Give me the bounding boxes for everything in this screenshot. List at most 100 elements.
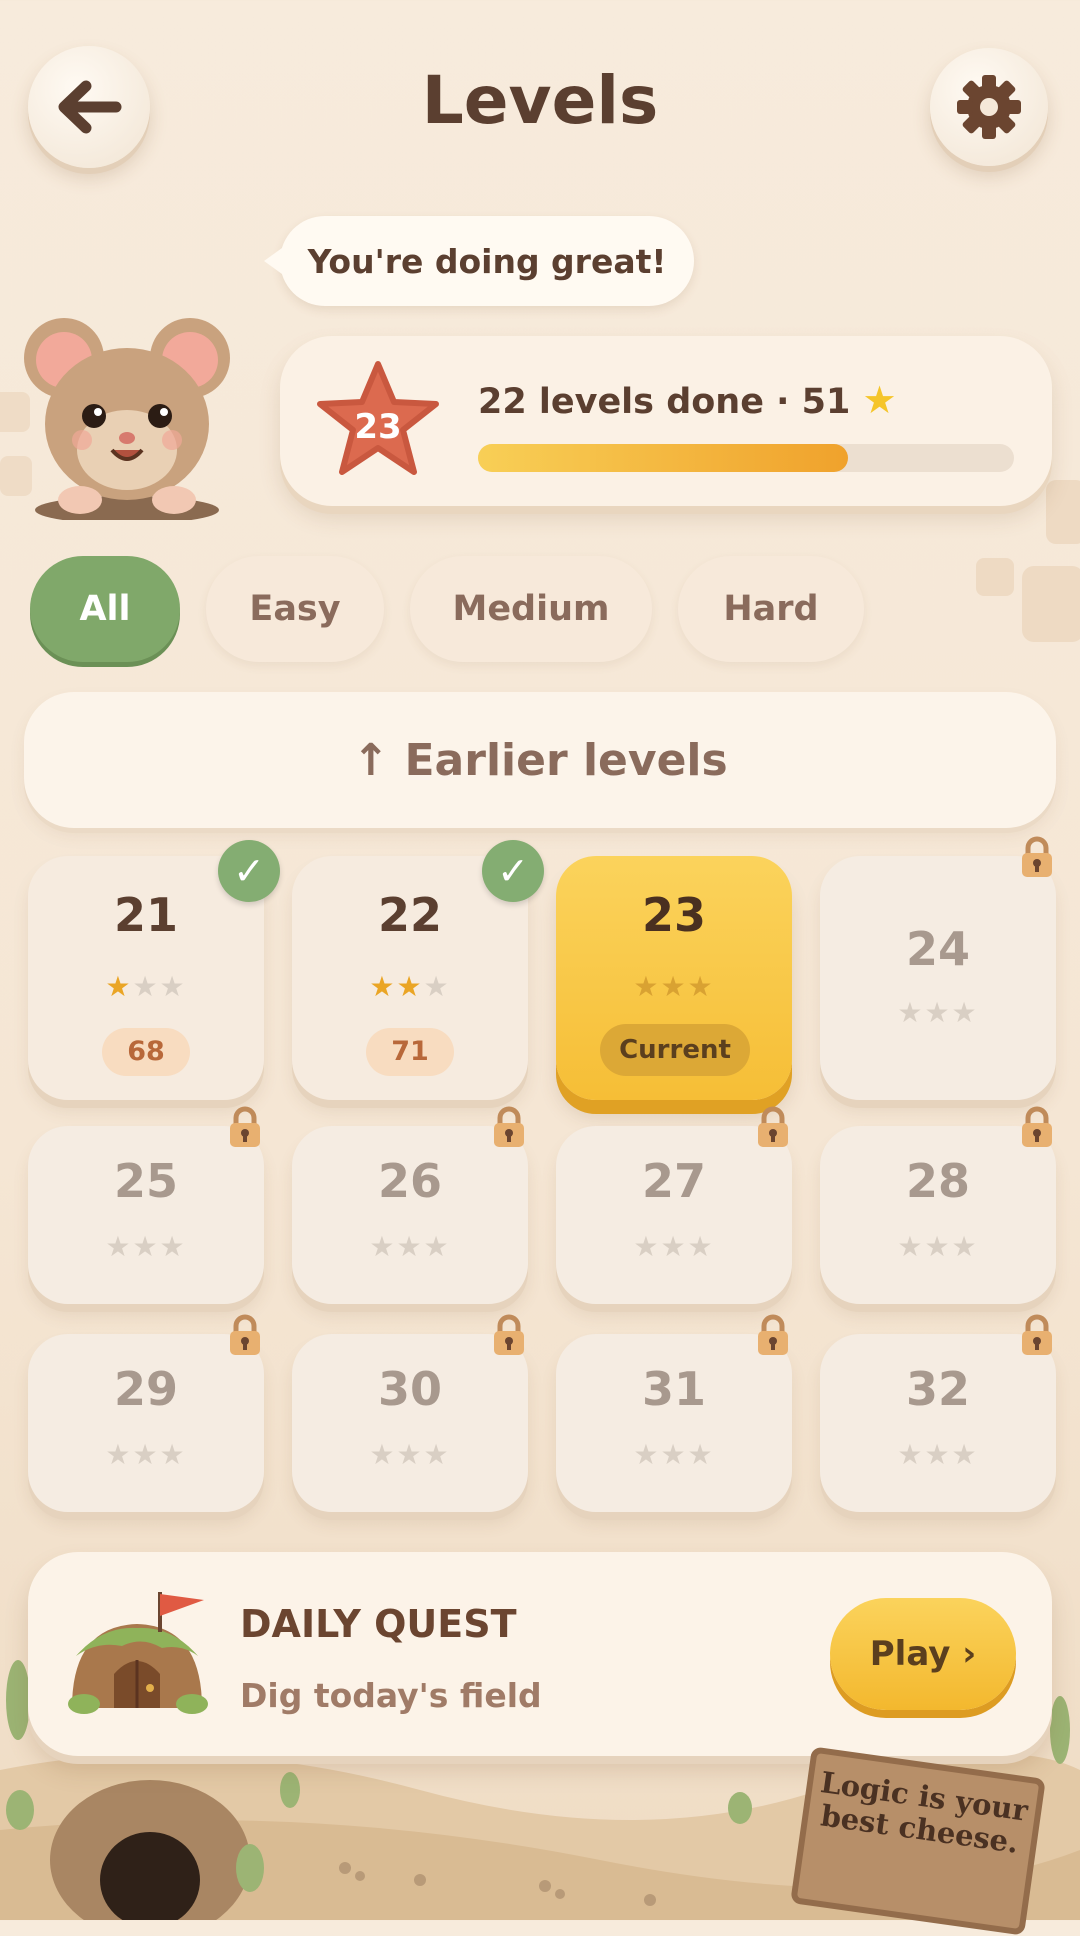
level-number: 31 — [641, 1362, 706, 1416]
star-empty-icon: ★ — [396, 1438, 424, 1471]
lock-icon — [1022, 836, 1052, 877]
star-empty-icon: ★ — [660, 1230, 688, 1263]
level-stars: ★★★ — [820, 1438, 1056, 1471]
star-empty-icon: ★ — [924, 1438, 952, 1471]
star-empty-icon: ★ — [369, 1230, 397, 1263]
level-tile-23[interactable]: 23 ★★★ Current — [556, 856, 792, 1100]
lock-icon — [1022, 1106, 1052, 1147]
filter-hard[interactable]: Hard — [678, 556, 864, 662]
level-stars: ★★★ — [292, 1438, 528, 1471]
star-empty-icon: ★ — [924, 1230, 952, 1263]
star-empty-icon: ★ — [396, 1230, 424, 1263]
gear-icon — [957, 75, 1021, 139]
level-stars: ★★★ — [292, 1230, 528, 1263]
completed-check-icon: ✓ — [482, 840, 544, 902]
level-stars: ★★★ — [28, 970, 264, 1003]
level-stars: ★★★ — [28, 1230, 264, 1263]
star-filled-icon: ★ — [105, 970, 133, 1003]
level-tile-27[interactable]: 27 ★★★ — [556, 1126, 792, 1304]
level-number: 27 — [641, 1154, 706, 1208]
star-empty-icon: ★ — [132, 970, 160, 1003]
progress-summary: 22 levels done · 51 ★ — [478, 378, 897, 422]
star-empty-icon: ★ — [951, 996, 979, 1029]
star-empty-icon: ★ — [687, 1438, 715, 1471]
star-empty-icon: ★ — [687, 1230, 715, 1263]
lock-icon — [230, 1314, 260, 1355]
level-number: 22 — [377, 888, 442, 942]
level-stars: ★★★ — [28, 1438, 264, 1471]
star-empty-icon: ★ — [159, 1438, 187, 1471]
star-empty-icon: ★ — [159, 970, 187, 1003]
progress-text: 22 levels done · 51 — [478, 382, 851, 422]
play-button[interactable]: Play › — [830, 1598, 1016, 1710]
level-tile-28[interactable]: 28 ★★★ — [820, 1126, 1056, 1304]
level-number: 21 — [113, 888, 178, 942]
level-stars: ★★★ — [556, 1230, 792, 1263]
progress-bar-fill — [478, 444, 848, 472]
star-empty-icon: ★ — [423, 970, 451, 1003]
star-empty-icon: ★ — [633, 1230, 661, 1263]
level-score: 68 — [102, 1028, 190, 1076]
star-icon: ★ — [862, 378, 897, 422]
star-empty-icon: ★ — [423, 1230, 451, 1263]
level-stars: ★★★ — [556, 970, 792, 1003]
filter-all[interactable]: All — [30, 556, 180, 662]
wooden-sign: Logic is your best cheese. — [790, 1746, 1046, 1936]
star-empty-icon: ★ — [660, 970, 688, 1003]
star-empty-icon: ★ — [633, 970, 661, 1003]
level-number: 26 — [377, 1154, 442, 1208]
star-empty-icon: ★ — [897, 1438, 925, 1471]
page-title: Levels — [421, 62, 659, 139]
level-tile-25[interactable]: 25 ★★★ — [28, 1126, 264, 1304]
lock-icon — [758, 1106, 788, 1147]
completed-check-icon: ✓ — [218, 840, 280, 902]
star-empty-icon: ★ — [159, 1230, 187, 1263]
star-empty-icon: ★ — [951, 1230, 979, 1263]
earlier-levels-button[interactable]: ↑ Earlier levels — [24, 692, 1056, 828]
lock-icon — [494, 1106, 524, 1147]
level-tile-31[interactable]: 31 ★★★ — [556, 1334, 792, 1512]
star-empty-icon: ★ — [105, 1230, 133, 1263]
level-stars: ★★★ — [820, 1230, 1056, 1263]
lock-icon — [230, 1106, 260, 1147]
star-filled-icon: ★ — [396, 970, 424, 1003]
lock-icon — [758, 1314, 788, 1355]
lock-icon — [1022, 1314, 1052, 1355]
quest-subtitle: Dig today's field — [240, 1676, 542, 1715]
star-empty-icon: ★ — [924, 996, 952, 1029]
star-empty-icon: ★ — [423, 1438, 451, 1471]
level-tile-29[interactable]: 29 ★★★ — [28, 1334, 264, 1512]
level-number: 23 — [641, 888, 706, 942]
quest-title: DAILY QUEST — [240, 1602, 517, 1646]
level-number: 30 — [377, 1362, 442, 1416]
star-empty-icon: ★ — [687, 970, 715, 1003]
star-empty-icon: ★ — [897, 1230, 925, 1263]
level-tile-24[interactable]: 24 ★★★ — [820, 856, 1056, 1100]
level-number: 25 — [113, 1154, 178, 1208]
level-tile-26[interactable]: 26 ★★★ — [292, 1126, 528, 1304]
settings-button[interactable] — [930, 48, 1048, 166]
level-number: 24 — [905, 922, 970, 976]
lock-icon — [494, 1314, 524, 1355]
star-empty-icon: ★ — [132, 1230, 160, 1263]
star-empty-icon: ★ — [660, 1438, 688, 1471]
star-empty-icon: ★ — [132, 1438, 160, 1471]
star-empty-icon: ★ — [951, 1438, 979, 1471]
filter-medium[interactable]: Medium — [410, 556, 652, 662]
star-empty-icon: ★ — [105, 1438, 133, 1471]
level-tile-30[interactable]: 30 ★★★ — [292, 1334, 528, 1512]
star-empty-icon: ★ — [369, 1438, 397, 1471]
level-tile-32[interactable]: 32 ★★★ — [820, 1334, 1056, 1512]
mouse-mascot — [24, 318, 230, 520]
level-stars: ★★★ — [820, 996, 1056, 1029]
current-badge: Current — [600, 1024, 750, 1076]
level-number: 29 — [113, 1362, 178, 1416]
star-empty-icon: ★ — [897, 996, 925, 1029]
progress-bar — [478, 444, 1014, 472]
level-score: 71 — [366, 1028, 454, 1076]
star-empty-icon: ★ — [633, 1438, 661, 1471]
level-stars: ★★★ — [556, 1438, 792, 1471]
level-stars: ★★★ — [292, 970, 528, 1003]
star-filled-icon: ★ — [369, 970, 397, 1003]
filter-easy[interactable]: Easy — [206, 556, 384, 662]
